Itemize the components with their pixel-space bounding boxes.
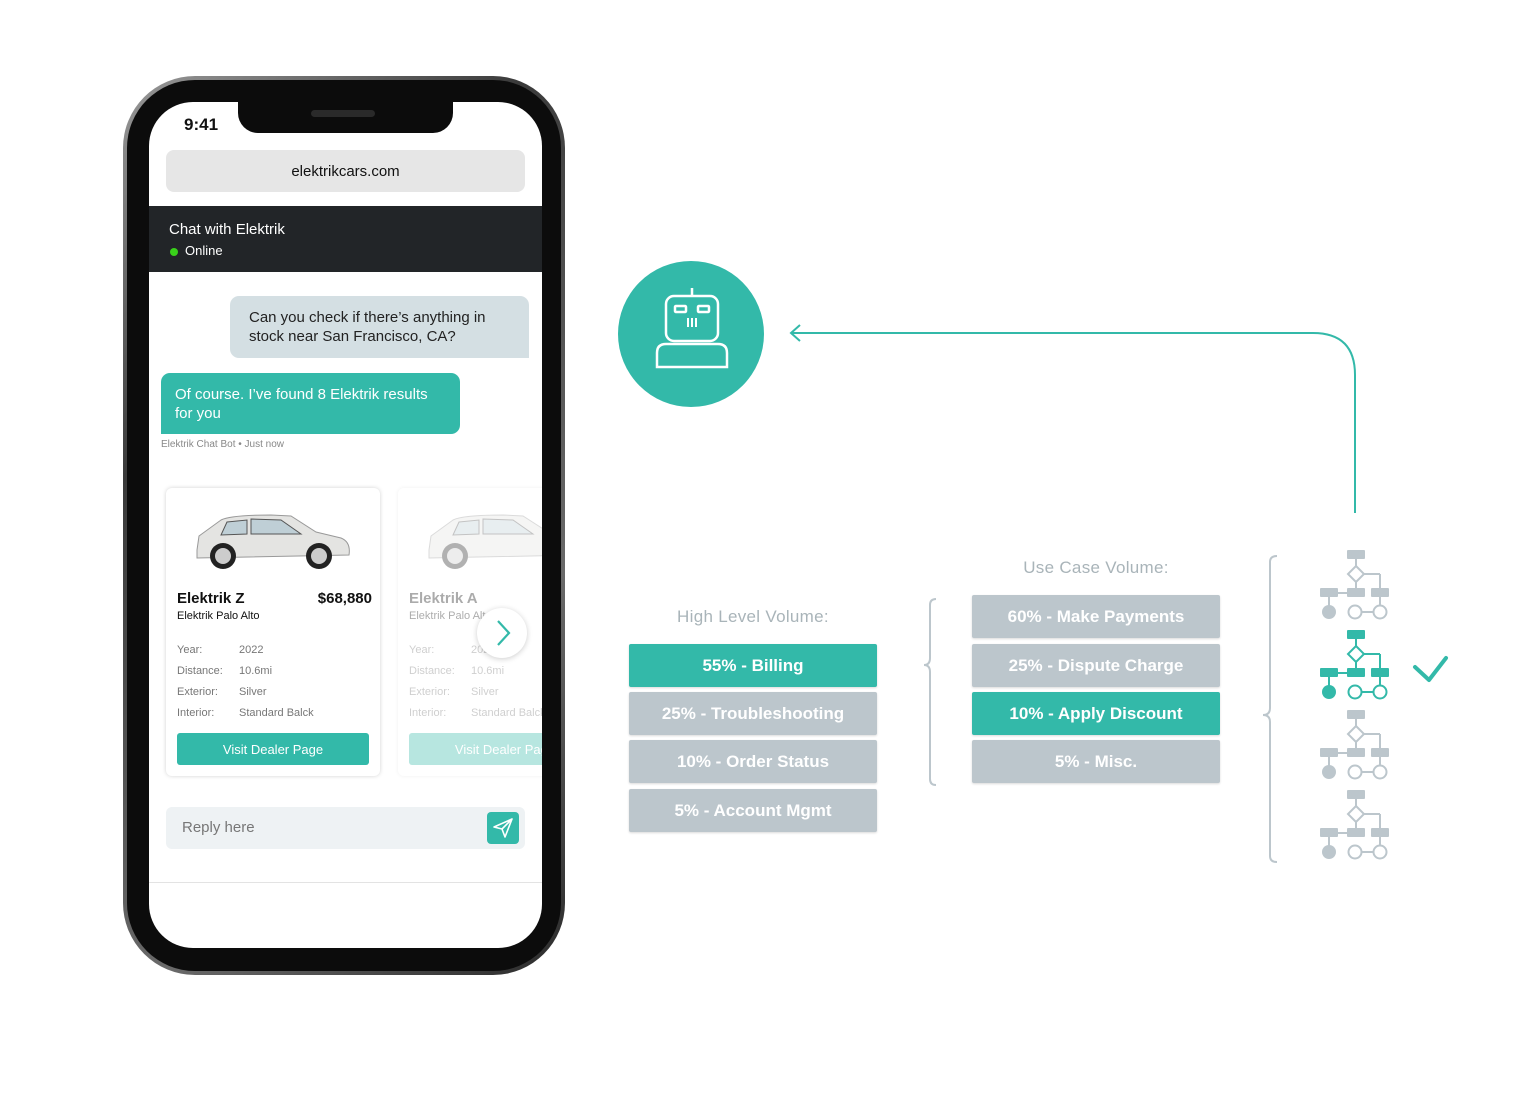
flowchart-icon — [1320, 710, 1389, 780]
volume-box: 10% - Order Status — [629, 740, 877, 783]
high-level-title: High Level Volume: — [677, 607, 829, 626]
flowchart-icon — [1320, 630, 1389, 700]
diagram-graphics — [618, 261, 1448, 863]
checkmark-icon — [1413, 656, 1448, 682]
volume-box: 55% - Billing — [629, 644, 877, 687]
volume-box: 10% - Apply Discount — [972, 692, 1220, 735]
bracket-right — [1262, 555, 1278, 863]
robot-icon — [618, 261, 764, 407]
flowchart-icon — [1320, 550, 1389, 620]
return-arrow — [789, 324, 1356, 513]
bracket-left — [923, 598, 937, 786]
volume-box: 25% - Troubleshooting — [629, 692, 877, 735]
use-case-title: Use Case Volume: — [1023, 558, 1169, 577]
flowchart-icon — [1320, 790, 1389, 860]
volume-box: 25% - Dispute Charge — [972, 644, 1220, 687]
volume-box: 5% - Misc. — [972, 740, 1220, 783]
volume-box: 5% - Account Mgmt — [629, 789, 877, 832]
volume-box: 60% - Make Payments — [972, 595, 1220, 638]
